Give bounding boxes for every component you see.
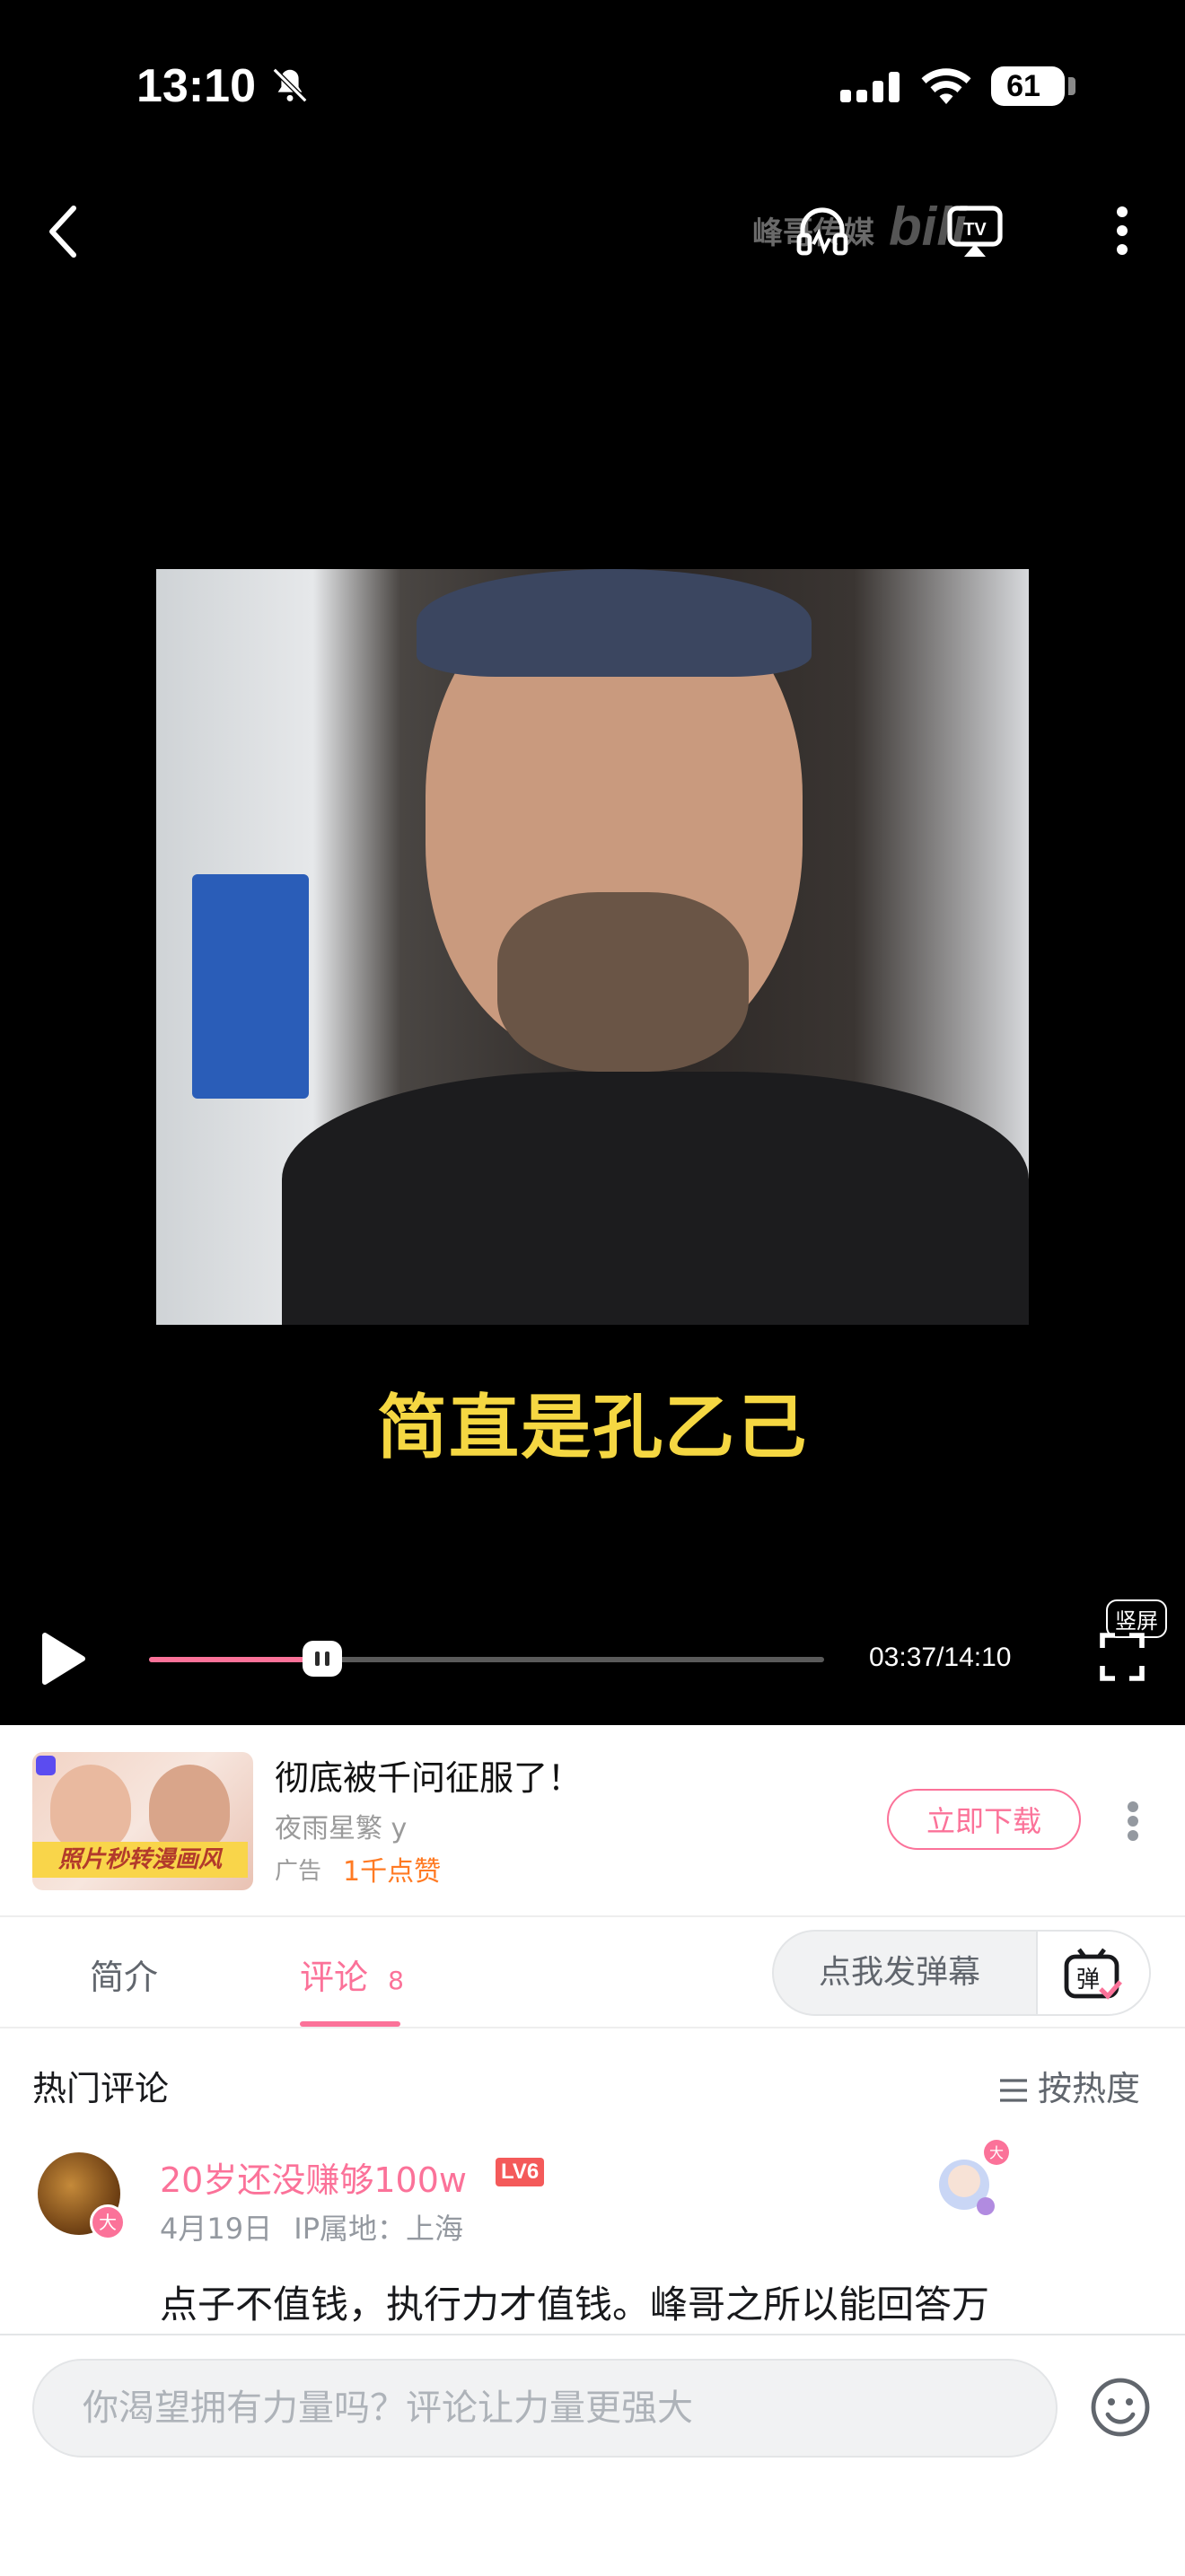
list-icon	[1000, 2079, 1027, 2102]
ad-author[interactable]: 夜雨星繁 y	[275, 1806, 407, 1845]
back-arrow-icon[interactable]	[41, 203, 88, 260]
status-time: 13:10	[136, 60, 256, 112]
ad-likes: 1千点赞	[343, 1856, 442, 1888]
progress-thumb[interactable]	[303, 1641, 343, 1677]
comment-date: 4月19日	[160, 2212, 273, 2246]
mute-bell-icon	[272, 67, 308, 103]
comment-count: 8	[388, 1966, 404, 1995]
comment-input[interactable]: 你渴望拥有力量吗？评论让力量更强大	[32, 2359, 1058, 2458]
sort-label: 按热度	[1038, 2069, 1141, 2108]
time-readout: 03:37/14:10	[869, 1643, 1012, 1672]
svg-text:弹: 弹	[1076, 1967, 1100, 1993]
sort-toggle[interactable]: 按热度	[998, 2061, 1140, 2110]
section-title: 热门评论	[32, 2069, 170, 2108]
ad-thumb-banner: 照片秒转漫画风	[32, 1842, 248, 1878]
cellular-signal-icon	[840, 72, 900, 102]
ad-thumb-face-left	[50, 1765, 131, 1851]
comment-ip: IP属地：上海	[294, 2212, 464, 2246]
video-caption: 简直是孔乙己	[376, 1388, 808, 1468]
tv-cast-icon[interactable]: TV	[946, 203, 1004, 258]
app-badge-icon	[36, 1756, 56, 1775]
progress-fill	[149, 1657, 323, 1662]
more-vertical-icon[interactable]	[1110, 203, 1135, 258]
decorative-sticker: 大	[939, 2140, 1009, 2215]
ad-thumb-face-right	[149, 1765, 230, 1851]
fullscreen-icon[interactable]	[1099, 1632, 1146, 1682]
download-button[interactable]: 立即下载	[887, 1789, 1081, 1850]
vip-badge-icon: 大	[90, 2204, 126, 2240]
video-frame	[156, 569, 1029, 1325]
person-hoodie	[282, 1072, 1029, 1325]
tab-comments[interactable]: 评论 8	[300, 1950, 404, 1999]
danmaku-input[interactable]: 点我发弹幕 弹	[772, 1930, 1151, 2016]
battery-indicator: 61	[991, 66, 1065, 106]
ad-title[interactable]: 彻底被千问征服了！	[275, 1750, 582, 1800]
ad-divider	[0, 1915, 1185, 1917]
tab-comments-label: 评论	[300, 1958, 369, 1997]
emoji-icon[interactable]	[1090, 2377, 1151, 2438]
tab-intro[interactable]: 简介	[90, 1950, 158, 1999]
svg-text:大: 大	[989, 2144, 1004, 2161]
comment-username[interactable]: 20岁还没赚够100w	[160, 2152, 467, 2202]
background-poster	[192, 874, 309, 1099]
tabs-divider	[0, 2027, 1185, 2028]
ad-more-icon[interactable]	[1126, 1801, 1140, 1842]
person-beard	[497, 892, 749, 1072]
level-badge: LV6	[496, 2158, 545, 2186]
danmaku-placeholder: 点我发弹幕	[819, 1954, 981, 1991]
comment-meta: 4月19日 IP属地：上海	[160, 2206, 463, 2247]
play-icon[interactable]	[38, 1630, 88, 1687]
ad-thumbnail[interactable]: 照片秒转漫画风	[32, 1752, 253, 1890]
battery-tip	[1068, 77, 1075, 95]
ad-tag: 广告	[275, 1858, 322, 1885]
wifi-icon	[921, 68, 971, 104]
comment-text: 点子不值钱，执行力才值钱。峰哥之所以能回答万	[160, 2282, 990, 2326]
person-hat	[417, 569, 812, 677]
danmaku-icon: 弹	[1064, 1948, 1122, 2000]
danmaku-toggle-button[interactable]: 弹	[1036, 1932, 1149, 2014]
svg-text:TV: TV	[963, 220, 987, 240]
headphones-icon[interactable]	[794, 201, 851, 258]
